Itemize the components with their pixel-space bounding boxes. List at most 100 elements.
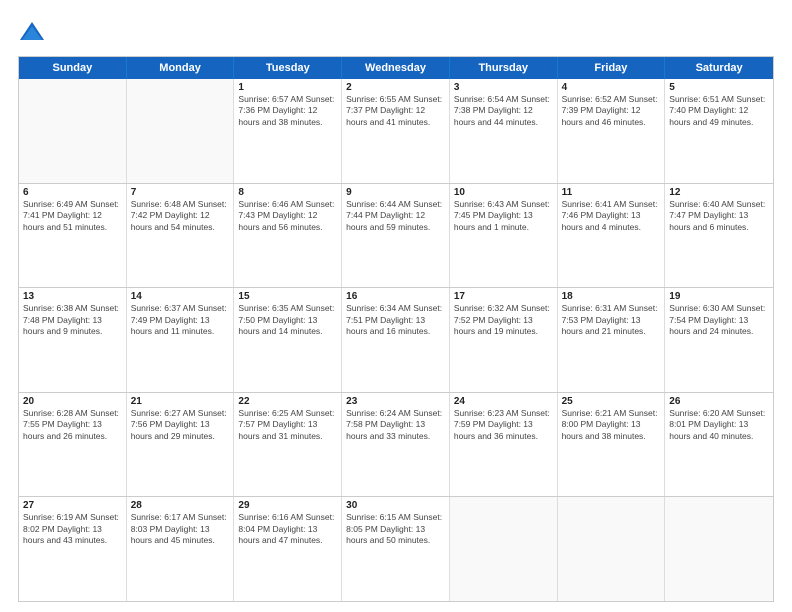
- day-info: Sunrise: 6:38 AM Sunset: 7:48 PM Dayligh…: [23, 303, 122, 337]
- header: [18, 18, 774, 46]
- day-number: 11: [562, 187, 661, 198]
- day-number: 25: [562, 396, 661, 407]
- day-number: 22: [238, 396, 337, 407]
- header-day-friday: Friday: [558, 57, 666, 79]
- calendar-cell: 2Sunrise: 6:55 AM Sunset: 7:37 PM Daylig…: [342, 79, 450, 183]
- calendar-cell: 11Sunrise: 6:41 AM Sunset: 7:46 PM Dayli…: [558, 184, 666, 288]
- day-info: Sunrise: 6:34 AM Sunset: 7:51 PM Dayligh…: [346, 303, 445, 337]
- calendar-cell: [127, 79, 235, 183]
- day-info: Sunrise: 6:43 AM Sunset: 7:45 PM Dayligh…: [454, 199, 553, 233]
- calendar-cell: 20Sunrise: 6:28 AM Sunset: 7:55 PM Dayli…: [19, 393, 127, 497]
- day-info: Sunrise: 6:55 AM Sunset: 7:37 PM Dayligh…: [346, 94, 445, 128]
- calendar-cell: 6Sunrise: 6:49 AM Sunset: 7:41 PM Daylig…: [19, 184, 127, 288]
- calendar-cell: 24Sunrise: 6:23 AM Sunset: 7:59 PM Dayli…: [450, 393, 558, 497]
- day-number: 7: [131, 187, 230, 198]
- day-info: Sunrise: 6:23 AM Sunset: 7:59 PM Dayligh…: [454, 408, 553, 442]
- day-info: Sunrise: 6:52 AM Sunset: 7:39 PM Dayligh…: [562, 94, 661, 128]
- calendar-cell: [665, 497, 773, 601]
- day-info: Sunrise: 6:37 AM Sunset: 7:49 PM Dayligh…: [131, 303, 230, 337]
- header-day-monday: Monday: [127, 57, 235, 79]
- day-number: 28: [131, 500, 230, 511]
- calendar-cell: 26Sunrise: 6:20 AM Sunset: 8:01 PM Dayli…: [665, 393, 773, 497]
- calendar-cell: 23Sunrise: 6:24 AM Sunset: 7:58 PM Dayli…: [342, 393, 450, 497]
- day-info: Sunrise: 6:31 AM Sunset: 7:53 PM Dayligh…: [562, 303, 661, 337]
- day-info: Sunrise: 6:48 AM Sunset: 7:42 PM Dayligh…: [131, 199, 230, 233]
- day-number: 10: [454, 187, 553, 198]
- day-info: Sunrise: 6:24 AM Sunset: 7:58 PM Dayligh…: [346, 408, 445, 442]
- calendar-cell: 12Sunrise: 6:40 AM Sunset: 7:47 PM Dayli…: [665, 184, 773, 288]
- day-info: Sunrise: 6:17 AM Sunset: 8:03 PM Dayligh…: [131, 512, 230, 546]
- calendar-header: SundayMondayTuesdayWednesdayThursdayFrid…: [19, 57, 773, 79]
- day-number: 12: [669, 187, 769, 198]
- header-day-saturday: Saturday: [665, 57, 773, 79]
- calendar-cell: 17Sunrise: 6:32 AM Sunset: 7:52 PM Dayli…: [450, 288, 558, 392]
- day-number: 1: [238, 82, 337, 93]
- calendar-cell: 25Sunrise: 6:21 AM Sunset: 8:00 PM Dayli…: [558, 393, 666, 497]
- calendar-cell: 27Sunrise: 6:19 AM Sunset: 8:02 PM Dayli…: [19, 497, 127, 601]
- calendar-cell: 21Sunrise: 6:27 AM Sunset: 7:56 PM Dayli…: [127, 393, 235, 497]
- day-number: 20: [23, 396, 122, 407]
- day-number: 16: [346, 291, 445, 302]
- calendar-cell: 13Sunrise: 6:38 AM Sunset: 7:48 PM Dayli…: [19, 288, 127, 392]
- calendar-cell: 15Sunrise: 6:35 AM Sunset: 7:50 PM Dayli…: [234, 288, 342, 392]
- header-day-thursday: Thursday: [450, 57, 558, 79]
- calendar-cell: 16Sunrise: 6:34 AM Sunset: 7:51 PM Dayli…: [342, 288, 450, 392]
- day-info: Sunrise: 6:25 AM Sunset: 7:57 PM Dayligh…: [238, 408, 337, 442]
- day-info: Sunrise: 6:21 AM Sunset: 8:00 PM Dayligh…: [562, 408, 661, 442]
- day-number: 15: [238, 291, 337, 302]
- day-number: 5: [669, 82, 769, 93]
- calendar-cell: 30Sunrise: 6:15 AM Sunset: 8:05 PM Dayli…: [342, 497, 450, 601]
- day-number: 14: [131, 291, 230, 302]
- header-day-sunday: Sunday: [19, 57, 127, 79]
- day-number: 2: [346, 82, 445, 93]
- day-number: 30: [346, 500, 445, 511]
- day-info: Sunrise: 6:49 AM Sunset: 7:41 PM Dayligh…: [23, 199, 122, 233]
- calendar-row-2: 13Sunrise: 6:38 AM Sunset: 7:48 PM Dayli…: [19, 287, 773, 392]
- calendar-cell: 1Sunrise: 6:57 AM Sunset: 7:36 PM Daylig…: [234, 79, 342, 183]
- calendar-body: 1Sunrise: 6:57 AM Sunset: 7:36 PM Daylig…: [19, 79, 773, 601]
- calendar-row-1: 6Sunrise: 6:49 AM Sunset: 7:41 PM Daylig…: [19, 183, 773, 288]
- logo: [18, 18, 50, 46]
- day-info: Sunrise: 6:30 AM Sunset: 7:54 PM Dayligh…: [669, 303, 769, 337]
- day-number: 18: [562, 291, 661, 302]
- calendar-cell: 8Sunrise: 6:46 AM Sunset: 7:43 PM Daylig…: [234, 184, 342, 288]
- calendar-cell: 14Sunrise: 6:37 AM Sunset: 7:49 PM Dayli…: [127, 288, 235, 392]
- header-day-wednesday: Wednesday: [342, 57, 450, 79]
- day-number: 17: [454, 291, 553, 302]
- day-number: 4: [562, 82, 661, 93]
- day-info: Sunrise: 6:44 AM Sunset: 7:44 PM Dayligh…: [346, 199, 445, 233]
- calendar-cell: [19, 79, 127, 183]
- day-info: Sunrise: 6:54 AM Sunset: 7:38 PM Dayligh…: [454, 94, 553, 128]
- day-number: 3: [454, 82, 553, 93]
- calendar-cell: 18Sunrise: 6:31 AM Sunset: 7:53 PM Dayli…: [558, 288, 666, 392]
- day-number: 24: [454, 396, 553, 407]
- day-info: Sunrise: 6:19 AM Sunset: 8:02 PM Dayligh…: [23, 512, 122, 546]
- day-number: 19: [669, 291, 769, 302]
- logo-icon: [18, 18, 46, 46]
- calendar-cell: 19Sunrise: 6:30 AM Sunset: 7:54 PM Dayli…: [665, 288, 773, 392]
- calendar-cell: 28Sunrise: 6:17 AM Sunset: 8:03 PM Dayli…: [127, 497, 235, 601]
- calendar-cell: [450, 497, 558, 601]
- day-info: Sunrise: 6:20 AM Sunset: 8:01 PM Dayligh…: [669, 408, 769, 442]
- calendar: SundayMondayTuesdayWednesdayThursdayFrid…: [18, 56, 774, 602]
- header-day-tuesday: Tuesday: [234, 57, 342, 79]
- calendar-cell: 7Sunrise: 6:48 AM Sunset: 7:42 PM Daylig…: [127, 184, 235, 288]
- calendar-row-3: 20Sunrise: 6:28 AM Sunset: 7:55 PM Dayli…: [19, 392, 773, 497]
- day-number: 23: [346, 396, 445, 407]
- day-number: 6: [23, 187, 122, 198]
- day-number: 13: [23, 291, 122, 302]
- day-info: Sunrise: 6:32 AM Sunset: 7:52 PM Dayligh…: [454, 303, 553, 337]
- calendar-row-0: 1Sunrise: 6:57 AM Sunset: 7:36 PM Daylig…: [19, 79, 773, 183]
- day-number: 8: [238, 187, 337, 198]
- day-number: 21: [131, 396, 230, 407]
- day-info: Sunrise: 6:28 AM Sunset: 7:55 PM Dayligh…: [23, 408, 122, 442]
- day-info: Sunrise: 6:57 AM Sunset: 7:36 PM Dayligh…: [238, 94, 337, 128]
- day-info: Sunrise: 6:51 AM Sunset: 7:40 PM Dayligh…: [669, 94, 769, 128]
- day-info: Sunrise: 6:16 AM Sunset: 8:04 PM Dayligh…: [238, 512, 337, 546]
- calendar-cell: 5Sunrise: 6:51 AM Sunset: 7:40 PM Daylig…: [665, 79, 773, 183]
- day-info: Sunrise: 6:15 AM Sunset: 8:05 PM Dayligh…: [346, 512, 445, 546]
- calendar-row-4: 27Sunrise: 6:19 AM Sunset: 8:02 PM Dayli…: [19, 496, 773, 601]
- calendar-cell: 29Sunrise: 6:16 AM Sunset: 8:04 PM Dayli…: [234, 497, 342, 601]
- day-number: 26: [669, 396, 769, 407]
- day-info: Sunrise: 6:40 AM Sunset: 7:47 PM Dayligh…: [669, 199, 769, 233]
